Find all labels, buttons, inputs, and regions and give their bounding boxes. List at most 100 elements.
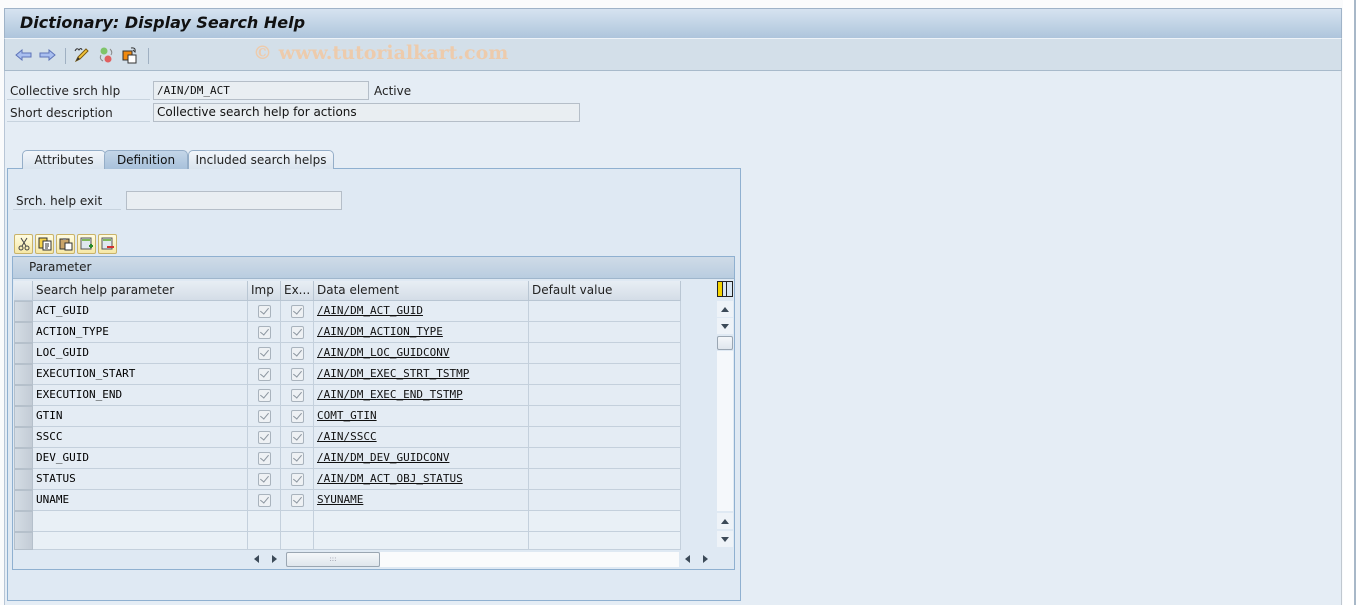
data-element-link[interactable]: COMT_GTIN xyxy=(317,409,377,422)
parameter-cell[interactable]: SSCC xyxy=(33,427,248,448)
export-checkbox[interactable] xyxy=(291,305,304,318)
data-element-link[interactable]: /AIN/DM_ACT_OBJ_STATUS xyxy=(317,472,463,485)
import-checkbox[interactable] xyxy=(258,305,271,318)
export-checkbox[interactable] xyxy=(291,494,304,507)
default-value-cell[interactable] xyxy=(529,532,681,550)
import-checkbox[interactable] xyxy=(258,389,271,402)
column-header-data-element[interactable]: Data element xyxy=(314,281,529,301)
default-value-cell[interactable] xyxy=(529,490,681,511)
cut-icon[interactable] xyxy=(14,234,33,254)
scroll-left-button-2[interactable] xyxy=(679,551,695,567)
scroll-right-button-2[interactable] xyxy=(697,551,713,567)
scroll-down-button[interactable] xyxy=(717,318,733,334)
horizontal-scroll-thumb[interactable]: ::: xyxy=(286,552,380,567)
row-selector[interactable] xyxy=(14,406,33,427)
insert-row-icon[interactable] xyxy=(77,234,96,254)
row-selector[interactable] xyxy=(14,511,33,532)
display-change-icon[interactable] xyxy=(73,46,91,64)
other-object-icon[interactable] xyxy=(121,46,139,64)
default-value-cell[interactable] xyxy=(529,406,681,427)
default-value-cell[interactable] xyxy=(529,448,681,469)
delete-row-icon[interactable] xyxy=(98,234,117,254)
parameter-cell[interactable] xyxy=(33,511,248,532)
import-checkbox[interactable] xyxy=(258,368,271,381)
row-selector[interactable] xyxy=(14,343,33,364)
data-element-link[interactable]: /AIN/SSCC xyxy=(317,430,377,443)
export-checkbox[interactable] xyxy=(291,452,304,465)
row-selector[interactable] xyxy=(14,532,33,550)
import-checkbox[interactable] xyxy=(258,410,271,423)
row-selector[interactable] xyxy=(14,448,33,469)
column-header-parameter[interactable]: Search help parameter xyxy=(33,281,248,301)
parameter-cell[interactable]: EXECUTION_END xyxy=(33,385,248,406)
parameter-cell[interactable]: ACT_GUID xyxy=(33,301,248,322)
parameter-cell[interactable]: GTIN xyxy=(33,406,248,427)
parameter-cell[interactable]: LOC_GUID xyxy=(33,343,248,364)
export-checkbox[interactable] xyxy=(291,389,304,402)
import-checkbox[interactable] xyxy=(258,494,271,507)
data-element-link[interactable]: /AIN/DM_ACTION_TYPE xyxy=(317,325,443,338)
data-element-link[interactable]: /AIN/DM_LOC_GUIDCONV xyxy=(317,346,449,359)
default-value-cell[interactable] xyxy=(529,301,681,322)
data-element-link[interactable]: /AIN/DM_DEV_GUIDCONV xyxy=(317,451,449,464)
data-element-link[interactable]: /AIN/DM_EXEC_STRT_TSTMP xyxy=(317,367,469,380)
parameter-cell[interactable]: DEV_GUID xyxy=(33,448,248,469)
search-help-exit-field[interactable] xyxy=(126,191,342,210)
back-arrow-icon[interactable] xyxy=(15,46,33,64)
import-checkbox[interactable] xyxy=(258,452,271,465)
row-selector[interactable] xyxy=(14,385,33,406)
default-value-cell[interactable] xyxy=(529,385,681,406)
row-selector[interactable] xyxy=(14,427,33,448)
row-selector[interactable] xyxy=(14,322,33,343)
default-value-cell[interactable] xyxy=(529,469,681,490)
row-selector[interactable] xyxy=(14,301,33,322)
paste-icon[interactable] xyxy=(56,234,75,254)
scroll-page-down-button[interactable] xyxy=(717,531,733,547)
default-value-cell[interactable] xyxy=(529,427,681,448)
data-element-link[interactable]: /AIN/DM_ACT_GUID xyxy=(317,304,423,317)
parameter-cell[interactable]: ACTION_TYPE xyxy=(33,322,248,343)
scroll-page-up-button[interactable] xyxy=(717,513,733,529)
row-selector[interactable] xyxy=(14,490,33,511)
export-checkbox[interactable] xyxy=(291,347,304,360)
row-selector[interactable] xyxy=(14,469,33,490)
collective-search-help-field[interactable]: /AIN/DM_ACT xyxy=(153,81,369,100)
parameter-cell[interactable]: STATUS xyxy=(33,469,248,490)
tab-attributes[interactable]: Attributes xyxy=(22,150,106,169)
parameter-cell[interactable]: UNAME xyxy=(33,490,248,511)
parameter-cell[interactable] xyxy=(33,532,248,550)
export-checkbox[interactable] xyxy=(291,410,304,423)
scroll-left-button[interactable] xyxy=(248,551,264,567)
data-element-link[interactable]: SYUNAME xyxy=(317,493,363,506)
column-header-default-value[interactable]: Default value xyxy=(529,281,681,301)
column-header-export[interactable]: Ex... xyxy=(281,281,314,301)
tab-definition[interactable]: Definition xyxy=(104,150,188,169)
default-value-cell[interactable] xyxy=(529,511,681,532)
tab-included-search-helps[interactable]: Included search helps xyxy=(188,150,334,169)
check-objects-icon[interactable] xyxy=(97,46,115,64)
import-checkbox[interactable] xyxy=(258,431,271,444)
data-element-link[interactable]: /AIN/DM_EXEC_END_TSTMP xyxy=(317,388,463,401)
import-checkbox[interactable] xyxy=(258,326,271,339)
export-checkbox[interactable] xyxy=(291,326,304,339)
vertical-scroll-track[interactable] xyxy=(717,351,733,511)
import-checkbox[interactable] xyxy=(258,473,271,486)
export-checkbox[interactable] xyxy=(291,473,304,486)
copy-icon[interactable] xyxy=(35,234,54,254)
default-value-cell[interactable] xyxy=(529,364,681,385)
default-value-cell[interactable] xyxy=(529,322,681,343)
scroll-up-button[interactable] xyxy=(717,301,733,317)
horizontal-scroll-track[interactable] xyxy=(380,552,679,567)
scroll-right-button[interactable] xyxy=(266,551,282,567)
forward-arrow-icon[interactable] xyxy=(38,46,56,64)
parameter-cell[interactable]: EXECUTION_START xyxy=(33,364,248,385)
import-checkbox[interactable] xyxy=(258,347,271,360)
export-checkbox[interactable] xyxy=(291,368,304,381)
default-value-cell[interactable] xyxy=(529,343,681,364)
row-selector[interactable] xyxy=(14,364,33,385)
export-checkbox[interactable] xyxy=(291,431,304,444)
vertical-scroll-thumb[interactable] xyxy=(717,336,733,350)
column-settings-icon[interactable] xyxy=(717,281,733,297)
column-header-import[interactable]: Imp xyxy=(248,281,281,301)
short-description-field[interactable]: Collective search help for actions xyxy=(153,103,580,122)
